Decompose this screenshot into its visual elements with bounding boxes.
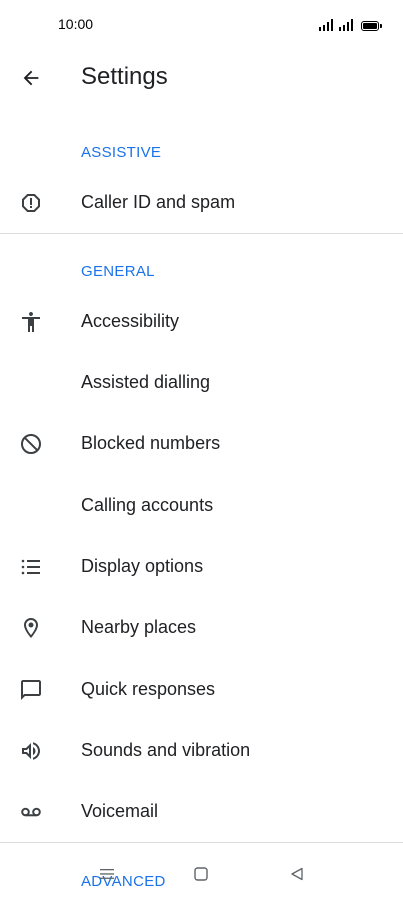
settings-item-nearby-places[interactable]: Nearby places	[0, 597, 403, 658]
settings-item-label: Calling accounts	[81, 495, 214, 515]
voicemail-icon	[19, 800, 43, 824]
home-square-icon	[194, 867, 208, 881]
settings-item-sounds-vibration[interactable]: Sounds and vibration	[0, 720, 403, 781]
block-icon	[19, 432, 43, 456]
status-time: 10:00	[58, 16, 94, 32]
settings-item-blocked-numbers[interactable]: Blocked numbers	[0, 413, 403, 474]
settings-item-label: Assisted dialling	[81, 372, 211, 392]
settings-item-assisted-dialling[interactable]: Assisted dialling	[0, 352, 403, 413]
settings-item-label: Sounds and vibration	[81, 740, 251, 760]
spam-alert-icon	[19, 191, 43, 215]
system-nav-bar	[0, 843, 403, 902]
app-bar: Settings	[0, 52, 403, 102]
settings-item-label: Blocked numbers	[81, 433, 221, 453]
status-icons	[319, 17, 382, 31]
settings-item-calling-accounts[interactable]: Calling accounts	[0, 475, 403, 536]
home-nav-button[interactable]	[192, 865, 210, 883]
signal-icon	[319, 19, 333, 31]
settings-item-label: Display options	[81, 556, 204, 576]
list-icon	[19, 555, 43, 579]
settings-item-accessibility[interactable]: Accessibility	[0, 291, 403, 352]
section-header-general: GENERAL	[81, 263, 155, 280]
section-divider	[0, 233, 403, 234]
menu-icon	[100, 869, 114, 879]
chat-bubble-icon	[19, 678, 43, 702]
volume-icon	[19, 739, 43, 763]
signal-icon	[339, 19, 353, 31]
settings-item-label: Quick responses	[81, 679, 216, 699]
location-pin-icon	[19, 616, 43, 640]
page-title: Settings	[81, 63, 168, 90]
section-header-assistive: ASSISTIVE	[81, 144, 162, 161]
arrow-back-icon	[23, 70, 39, 86]
settings-item-voicemail[interactable]: Voicemail	[0, 781, 403, 842]
settings-item-label: Nearby places	[81, 617, 197, 637]
settings-item-caller-id[interactable]: Caller ID and spam	[0, 172, 403, 233]
menu-nav-button[interactable]	[98, 865, 116, 883]
accessibility-icon	[19, 310, 43, 334]
status-bar: 10:00	[0, 0, 403, 52]
battery-icon	[361, 21, 382, 31]
settings-item-label: Caller ID and spam	[81, 192, 236, 212]
back-triangle-icon	[291, 867, 303, 881]
settings-item-label: Accessibility	[81, 311, 180, 331]
back-nav-button[interactable]	[288, 865, 306, 883]
settings-item-display-options[interactable]: Display options	[0, 536, 403, 597]
settings-item-label: Voicemail	[81, 801, 159, 821]
back-button[interactable]	[16, 63, 46, 93]
settings-item-quick-responses[interactable]: Quick responses	[0, 659, 403, 720]
